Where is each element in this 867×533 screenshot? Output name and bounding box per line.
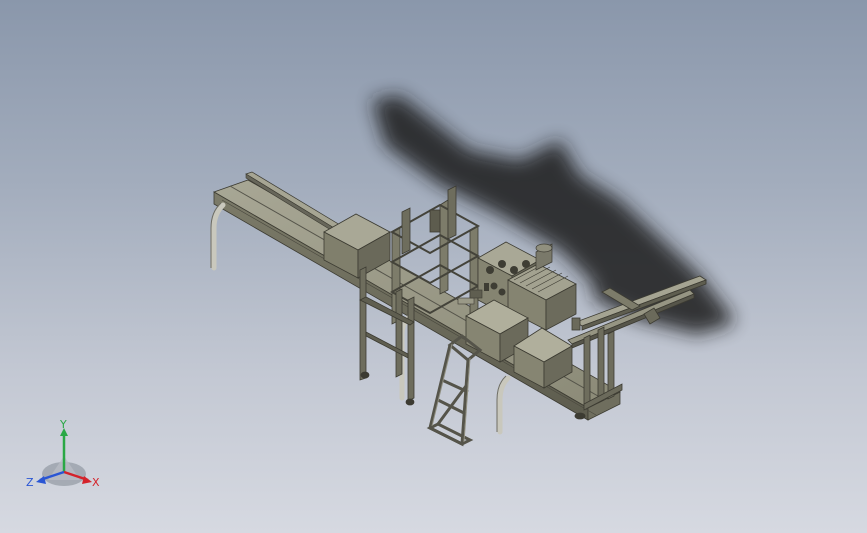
- cad-viewport[interactable]: Y X Z: [0, 0, 867, 533]
- y-axis-label: Y: [59, 418, 67, 431]
- x-axis-label: X: [92, 476, 100, 489]
- z-axis-label: Z: [26, 476, 34, 489]
- coordinate-triad: Y X Z: [26, 418, 100, 489]
- assembly-model-view[interactable]: [0, 0, 867, 533]
